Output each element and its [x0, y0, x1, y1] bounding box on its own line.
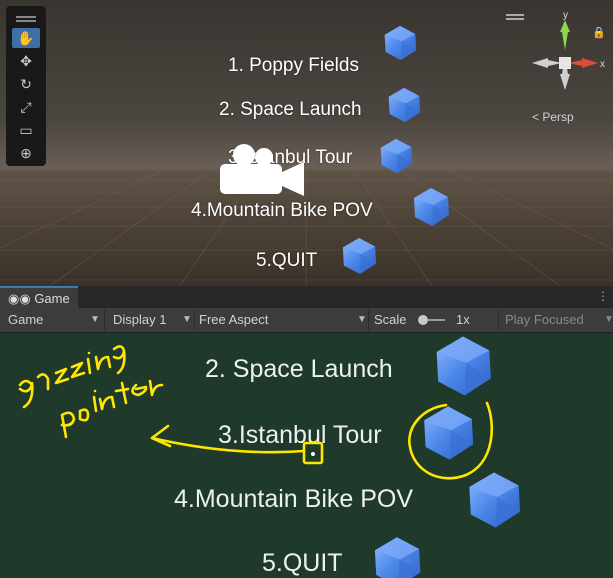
- transform-tool-icon[interactable]: ⊕: [12, 143, 40, 163]
- move-tool-icon[interactable]: ✥: [12, 51, 40, 71]
- svg-text:x: x: [600, 59, 605, 70]
- scene-menu-item-5: 5.QUIT: [256, 250, 318, 271]
- camera-icon[interactable]: [216, 142, 308, 200]
- gem-1: [382, 24, 418, 62]
- game-tab-bar: ◉◉ Game ⋮: [0, 286, 613, 308]
- svg-text:y: y: [563, 10, 568, 21]
- scale-tool-icon[interactable]: ⤢: [12, 97, 40, 117]
- gamepad-icon: ◉◉: [8, 291, 35, 306]
- scene-menu-item-2: 2. Space Launch: [219, 99, 362, 120]
- scale-label: Scale: [374, 312, 407, 327]
- play-focused-dropdown[interactable]: Play Focused: [505, 308, 584, 332]
- aspect-dropdown[interactable]: Free Aspect: [199, 308, 268, 332]
- gem-2: [386, 86, 422, 124]
- scale-value: 1x: [456, 312, 470, 327]
- projection-toggle[interactable]: < Persp: [532, 110, 574, 124]
- gem-3: [378, 137, 414, 175]
- hand-tool-icon[interactable]: ✋: [12, 28, 40, 48]
- scene-tools-panel: ✋ ✥ ↻ ⤢ ▭ ⊕: [6, 6, 46, 166]
- tab-game-label: Game: [34, 291, 70, 306]
- rect-tool-icon[interactable]: ▭: [12, 120, 40, 140]
- tab-game[interactable]: ◉◉ Game: [0, 286, 78, 308]
- game-view[interactable]: 2. Space Launch 3.Istanbul Tour 4.Mounta…: [0, 333, 613, 578]
- scale-slider-knob[interactable]: [418, 315, 428, 325]
- chevron-down-icon[interactable]: ▼: [357, 308, 367, 332]
- game-mode-dropdown[interactable]: Game: [8, 308, 43, 332]
- gem-4: [411, 186, 451, 228]
- display-dropdown[interactable]: Display 1: [113, 308, 166, 332]
- panel-drag-handle[interactable]: [16, 16, 36, 18]
- chevron-down-icon[interactable]: ▼: [182, 308, 192, 332]
- scene-menu-item-1: 1. Poppy Fields: [228, 55, 359, 76]
- scene-view[interactable]: ✋ ✥ ↻ ⤢ ▭ ⊕ 🔒 y x < Persp 1. Poppy Field…: [0, 0, 613, 286]
- game-toolbar: Game ▼ Display 1 ▼ Free Aspect ▼ Scale 1…: [0, 308, 613, 333]
- gem-5: [340, 236, 378, 276]
- more-options-icon[interactable]: ⋮: [597, 289, 609, 303]
- scene-menu-item-4: 4.Mountain Bike POV: [191, 200, 373, 221]
- chevron-down-icon[interactable]: ▼: [90, 308, 100, 332]
- chevron-down-icon[interactable]: ▼: [604, 308, 613, 332]
- gazzing-pointer-annotation: [18, 345, 494, 480]
- rotate-tool-icon[interactable]: ↻: [12, 74, 40, 94]
